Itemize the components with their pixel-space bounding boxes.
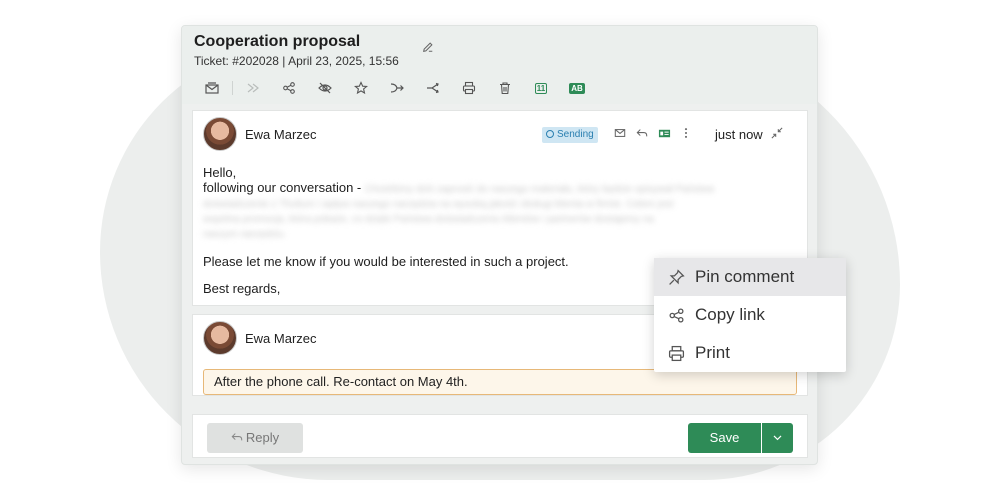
context-menu: Pin comment Copy link Print (654, 258, 846, 372)
menu-item-print[interactable]: Print (654, 334, 846, 372)
reply-label: Reply (245, 430, 280, 445)
share-link-icon (669, 307, 684, 323)
intro-text: following our conversation - (203, 180, 362, 195)
split-icon[interactable] (415, 78, 451, 98)
status-label: Sending (557, 129, 594, 140)
print-icon[interactable] (451, 78, 487, 98)
reply-icon (231, 433, 243, 441)
chevron-down-icon (773, 435, 782, 441)
contact-card-label: AB (569, 82, 585, 94)
print-icon (668, 345, 685, 361)
ticket-header: Cooperation proposal Ticket: #202028 | A… (182, 26, 817, 104)
ticket-toolbar: 11 AB (194, 78, 595, 98)
ticket-subtitle: Ticket: #202028 | April 23, 2025, 15:56 (194, 54, 399, 68)
message-author: Ewa Marzec (245, 127, 317, 142)
save-options-button[interactable] (762, 423, 793, 453)
ticket-title: Cooperation proposal (194, 33, 361, 50)
message-time: just now (715, 127, 763, 142)
menu-item-label: Copy link (695, 305, 765, 324)
reply-small-icon[interactable] (635, 127, 649, 141)
status-badge: Sending (542, 127, 598, 143)
avatar (203, 321, 237, 355)
contact-card-icon[interactable]: AB (559, 78, 595, 98)
clock-icon (546, 130, 554, 138)
menu-item-label: Print (695, 343, 730, 362)
forward-icon[interactable] (235, 78, 271, 98)
greeting-text: Hello, (203, 165, 237, 180)
mail-stack-icon[interactable] (194, 78, 230, 98)
comment-author: Ewa Marzec (245, 331, 317, 346)
calendar-icon[interactable]: 11 (523, 78, 559, 98)
trash-icon[interactable] (487, 78, 523, 98)
ticket-window: Cooperation proposal Ticket: #202028 | A… (181, 25, 818, 465)
save-button[interactable]: Save (688, 423, 761, 453)
blurred-text: naszym narzędziu. (203, 229, 287, 240)
calendar-label: 11 (534, 82, 548, 94)
edit-title-icon[interactable] (422, 41, 436, 55)
toolbar-divider (232, 81, 233, 95)
more-options-icon[interactable] (679, 127, 693, 141)
collapse-icon[interactable] (771, 127, 785, 141)
blurred-text: Chcieliśmy dziś zaprosić do naszego mate… (364, 184, 714, 195)
mail-icon[interactable] (613, 127, 627, 141)
pin-icon (669, 268, 685, 285)
star-icon[interactable] (343, 78, 379, 98)
avatar (203, 117, 237, 151)
share-icon[interactable] (271, 78, 307, 98)
contact-card-small-icon[interactable] (657, 127, 671, 141)
menu-item-pin-comment[interactable]: Pin comment (654, 258, 846, 296)
menu-item-label: Pin comment (695, 267, 795, 286)
reply-button[interactable]: Reply (207, 423, 303, 453)
menu-item-copy-link[interactable]: Copy link (654, 296, 846, 334)
comment-note: After the phone call. Re-contact on May … (203, 369, 797, 395)
blurred-text: doświadczenie z Thulium i wpływ naszego … (203, 199, 674, 210)
intro-line: following our conversation - Chcieliśmy … (203, 180, 783, 197)
reply-footer: Reply Save (192, 414, 808, 458)
hide-icon[interactable] (307, 78, 343, 98)
merge-icon[interactable] (379, 78, 415, 98)
blurred-text: wspólna promocja, która pokaże, co dzięk… (203, 214, 654, 225)
